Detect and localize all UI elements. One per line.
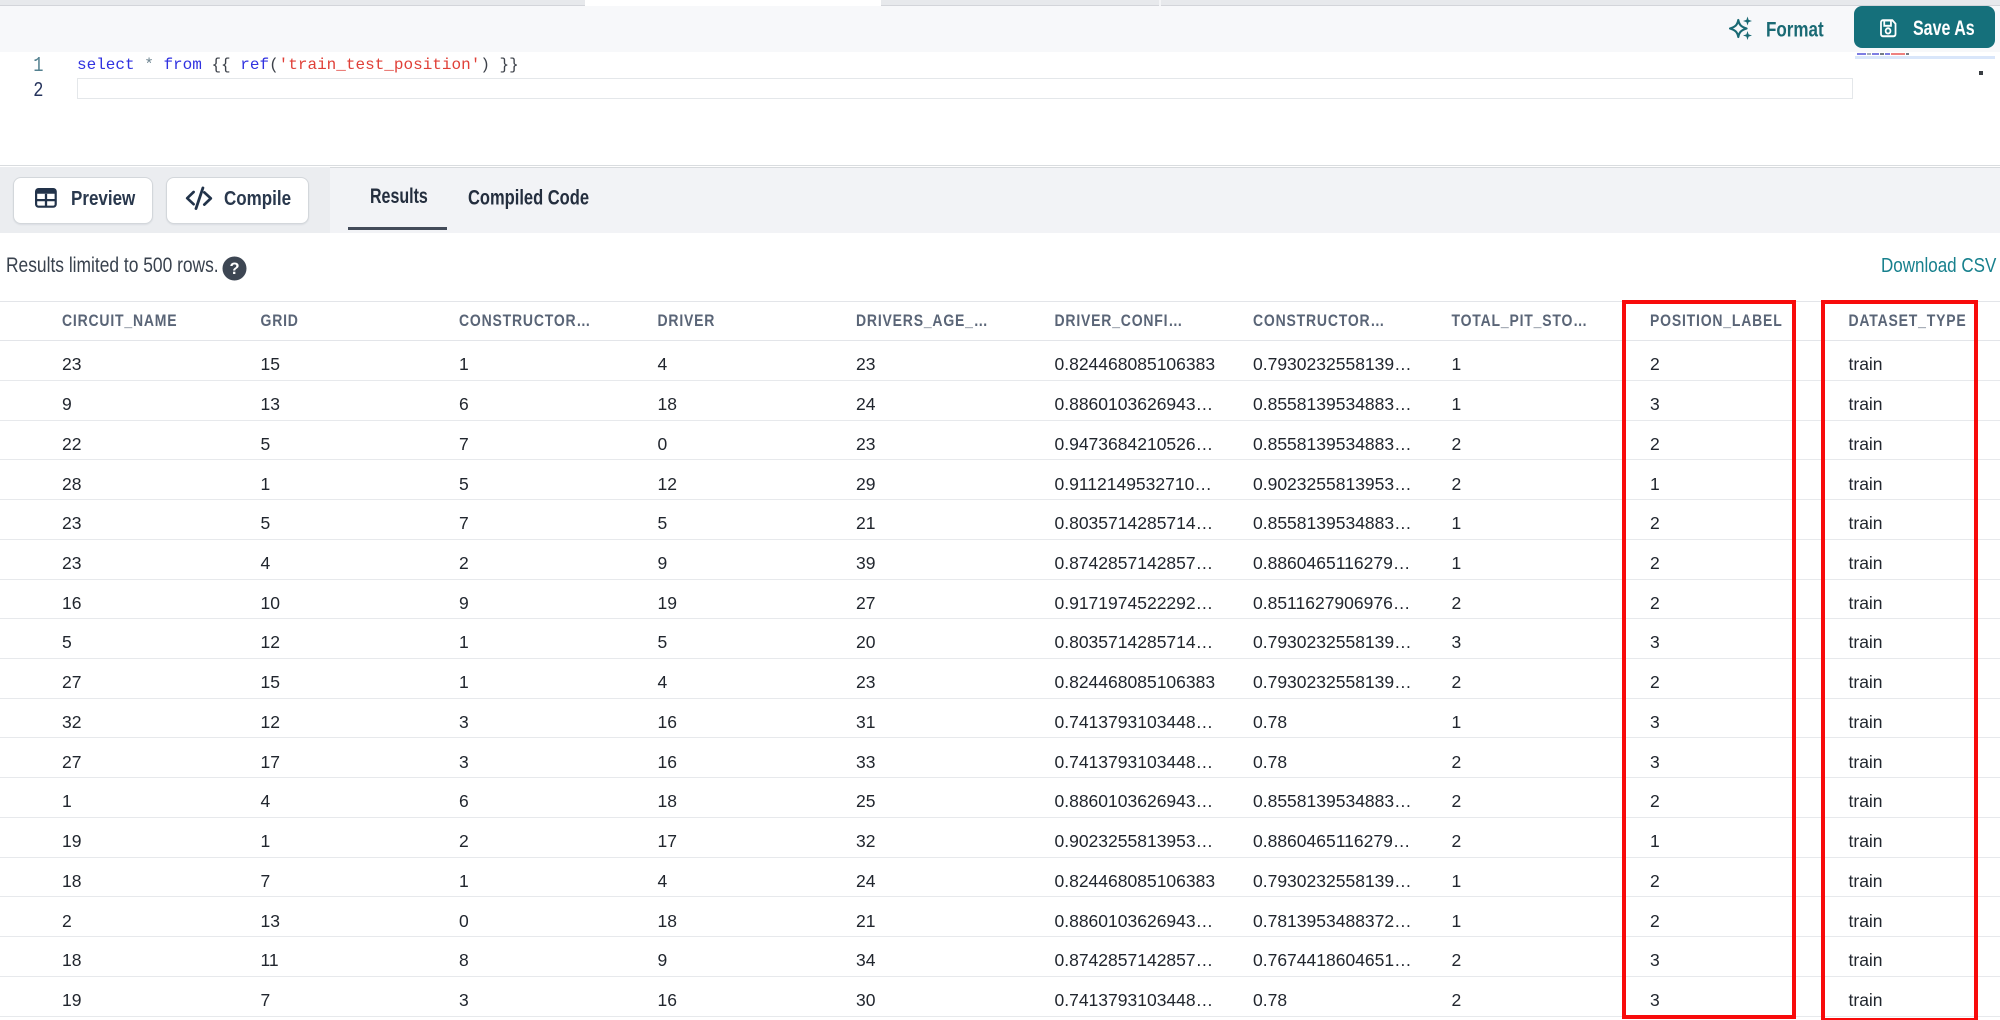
svg-text:?: ? <box>229 260 239 278</box>
